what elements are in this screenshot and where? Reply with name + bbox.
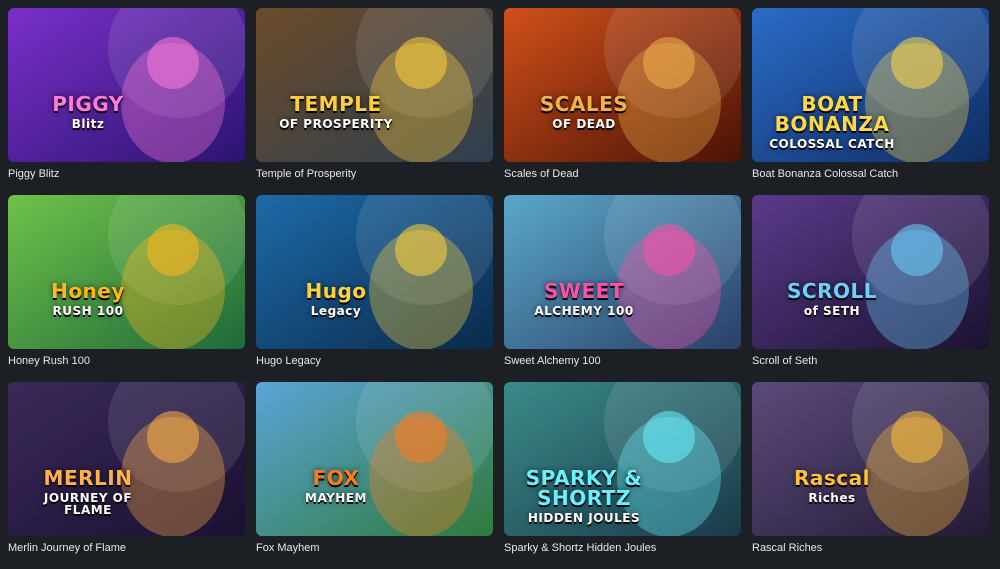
raccoon-icon-head	[891, 411, 943, 463]
game-title[interactable]: Sweet Alchemy 100	[504, 354, 601, 368]
game-title[interactable]: Fox Mayhem	[256, 541, 320, 555]
game-thumbnail[interactable]: Rascal Riches	[752, 382, 989, 536]
game-art	[8, 8, 245, 162]
game-title[interactable]: Merlin Journey of Flame	[8, 541, 126, 555]
game-logo-line-1: SCROLL	[787, 279, 877, 303]
game-tile-scroll-of-seth[interactable]: SCROLL of SETH Scroll of Seth	[752, 195, 989, 382]
game-art	[504, 195, 741, 349]
game-logo-line-1: SPARKY & SHORTZ	[525, 466, 643, 510]
game-tile-sparky-shortz[interactable]: SPARKY & SHORTZ HIDDEN JOULES Sparky & Sh…	[504, 382, 741, 569]
game-logo: SWEET ALCHEMY 100	[514, 281, 654, 317]
god-of-wealth-icon-head	[395, 37, 447, 89]
game-logo-line-2: of SETH	[803, 304, 861, 318]
game-thumbnail[interactable]: FOX MAYHEM	[256, 382, 493, 536]
game-logo: Rascal Riches	[762, 468, 902, 504]
game-thumbnail[interactable]: BOAT BONANZA COLOSSAL CATCH	[752, 8, 989, 162]
game-logo: Hugo Legacy	[266, 281, 406, 317]
game-logo-line-1: SCALES	[539, 92, 629, 116]
game-thumbnail[interactable]: SCROLL of SETH	[752, 195, 989, 349]
bee-icon-head	[147, 224, 199, 276]
game-logo-line-2: ALCHEMY 100	[534, 304, 634, 318]
game-title[interactable]: Scales of Dead	[504, 167, 579, 181]
game-logo: FOX MAYHEM	[266, 468, 406, 504]
game-logo-line-2: MAYHEM	[305, 491, 367, 505]
game-tile-hugo-legacy[interactable]: Hugo Legacy Hugo Legacy	[256, 195, 493, 382]
game-tile-temple-of-prosperity[interactable]: TEMPLE OF PROSPERITY Temple of Prosperity	[256, 8, 493, 195]
game-logo-line-2: Legacy	[310, 304, 362, 318]
game-thumbnail[interactable]: SWEET ALCHEMY 100	[504, 195, 741, 349]
game-logo-line-2: COLOSSAL CATCH	[769, 137, 895, 151]
game-tile-sweet-alchemy-100[interactable]: SWEET ALCHEMY 100 Sweet Alchemy 100	[504, 195, 741, 382]
game-logo-line-2: JOURNEY OF FLAME	[43, 491, 133, 517]
game-art	[256, 8, 493, 162]
game-logo-line-2: Blitz	[71, 117, 105, 131]
game-logo-line-1: BOAT BONANZA	[774, 92, 890, 136]
game-thumbnail[interactable]: PIGGY Blitz	[8, 8, 245, 162]
game-tile-merlin-journey-of-flame[interactable]: MERLIN JOURNEY OF FLAME Merlin Journey of…	[8, 382, 245, 569]
game-logo: TEMPLE OF PROSPERITY	[266, 94, 406, 130]
game-logo-line-2: OF PROSPERITY	[279, 117, 393, 131]
game-thumbnail[interactable]: MERLIN JOURNEY OF FLAME	[8, 382, 245, 536]
game-title[interactable]: Rascal Riches	[752, 541, 822, 555]
game-logo-line-2: Riches	[808, 491, 856, 505]
anubis-icon-head	[891, 224, 943, 276]
game-thumbnail[interactable]: SPARKY & SHORTZ HIDDEN JOULES	[504, 382, 741, 536]
game-tile-fox-mayhem[interactable]: FOX MAYHEM Fox Mayhem	[256, 382, 493, 569]
game-thumbnail[interactable]: Honey RUSH 100	[8, 195, 245, 349]
game-title[interactable]: Honey Rush 100	[8, 354, 90, 368]
game-logo: BOAT BONANZA COLOSSAL CATCH	[762, 94, 902, 150]
pig-character-icon-head	[147, 37, 199, 89]
witch-icon-head	[643, 224, 695, 276]
game-logo: SPARKY & SHORTZ HIDDEN JOULES	[514, 468, 654, 524]
game-title[interactable]: Scroll of Seth	[752, 354, 817, 368]
game-art	[8, 195, 245, 349]
game-logo-line-1: Honey	[51, 279, 125, 303]
game-grid: PIGGY Blitz Piggy Blitz TEMPLE OF PROSPERI…	[8, 8, 989, 569]
game-logo-line-1: MERLIN	[43, 466, 133, 490]
game-logo-line-1: PIGGY	[52, 92, 124, 116]
game-logo-line-2: OF DEAD	[552, 117, 616, 131]
game-logo: Honey RUSH 100	[18, 281, 158, 317]
game-logo: PIGGY Blitz	[18, 94, 158, 130]
game-title[interactable]: Temple of Prosperity	[256, 167, 356, 181]
game-title[interactable]: Hugo Legacy	[256, 354, 321, 368]
game-logo-line-1: FOX	[312, 466, 360, 490]
game-art	[256, 382, 493, 536]
game-art	[256, 195, 493, 349]
game-tile-piggy-blitz[interactable]: PIGGY Blitz Piggy Blitz	[8, 8, 245, 195]
fox-icon-head	[395, 411, 447, 463]
game-art	[752, 382, 989, 536]
game-logo: MERLIN JOURNEY OF FLAME	[18, 468, 158, 516]
game-logo-line-1: Hugo	[305, 279, 367, 303]
game-title[interactable]: Piggy Blitz	[8, 167, 59, 181]
game-thumbnail[interactable]: TEMPLE OF PROSPERITY	[256, 8, 493, 162]
cobra-icon-head	[643, 37, 695, 89]
game-logo: SCROLL of SETH	[762, 281, 902, 317]
boat-icon-head	[891, 37, 943, 89]
game-tile-honey-rush-100[interactable]: Honey RUSH 100 Honey Rush 100	[8, 195, 245, 382]
game-art	[504, 8, 741, 162]
game-art	[752, 195, 989, 349]
game-logo: SCALES OF DEAD	[514, 94, 654, 130]
game-title[interactable]: Boat Bonanza Colossal Catch	[752, 167, 898, 181]
robot-icon-head	[643, 411, 695, 463]
game-logo-line-2: RUSH 100	[52, 304, 124, 318]
game-logo-line-1: SWEET	[544, 279, 624, 303]
game-logo-line-1: TEMPLE	[290, 92, 382, 116]
troll-icon-head	[395, 224, 447, 276]
game-thumbnail[interactable]: SCALES OF DEAD	[504, 8, 741, 162]
game-tile-boat-bonanza[interactable]: BOAT BONANZA COLOSSAL CATCH Boat Bonanza …	[752, 8, 989, 195]
game-thumbnail[interactable]: Hugo Legacy	[256, 195, 493, 349]
game-logo-line-2: HIDDEN JOULES	[527, 511, 641, 525]
game-tile-scales-of-dead[interactable]: SCALES OF DEAD Scales of Dead	[504, 8, 741, 195]
game-tile-rascal-riches[interactable]: Rascal Riches Rascal Riches	[752, 382, 989, 569]
wizard-icon-head	[147, 411, 199, 463]
game-title[interactable]: Sparky & Shortz Hidden Joules	[504, 541, 656, 555]
game-logo-line-1: Rascal	[793, 466, 870, 490]
